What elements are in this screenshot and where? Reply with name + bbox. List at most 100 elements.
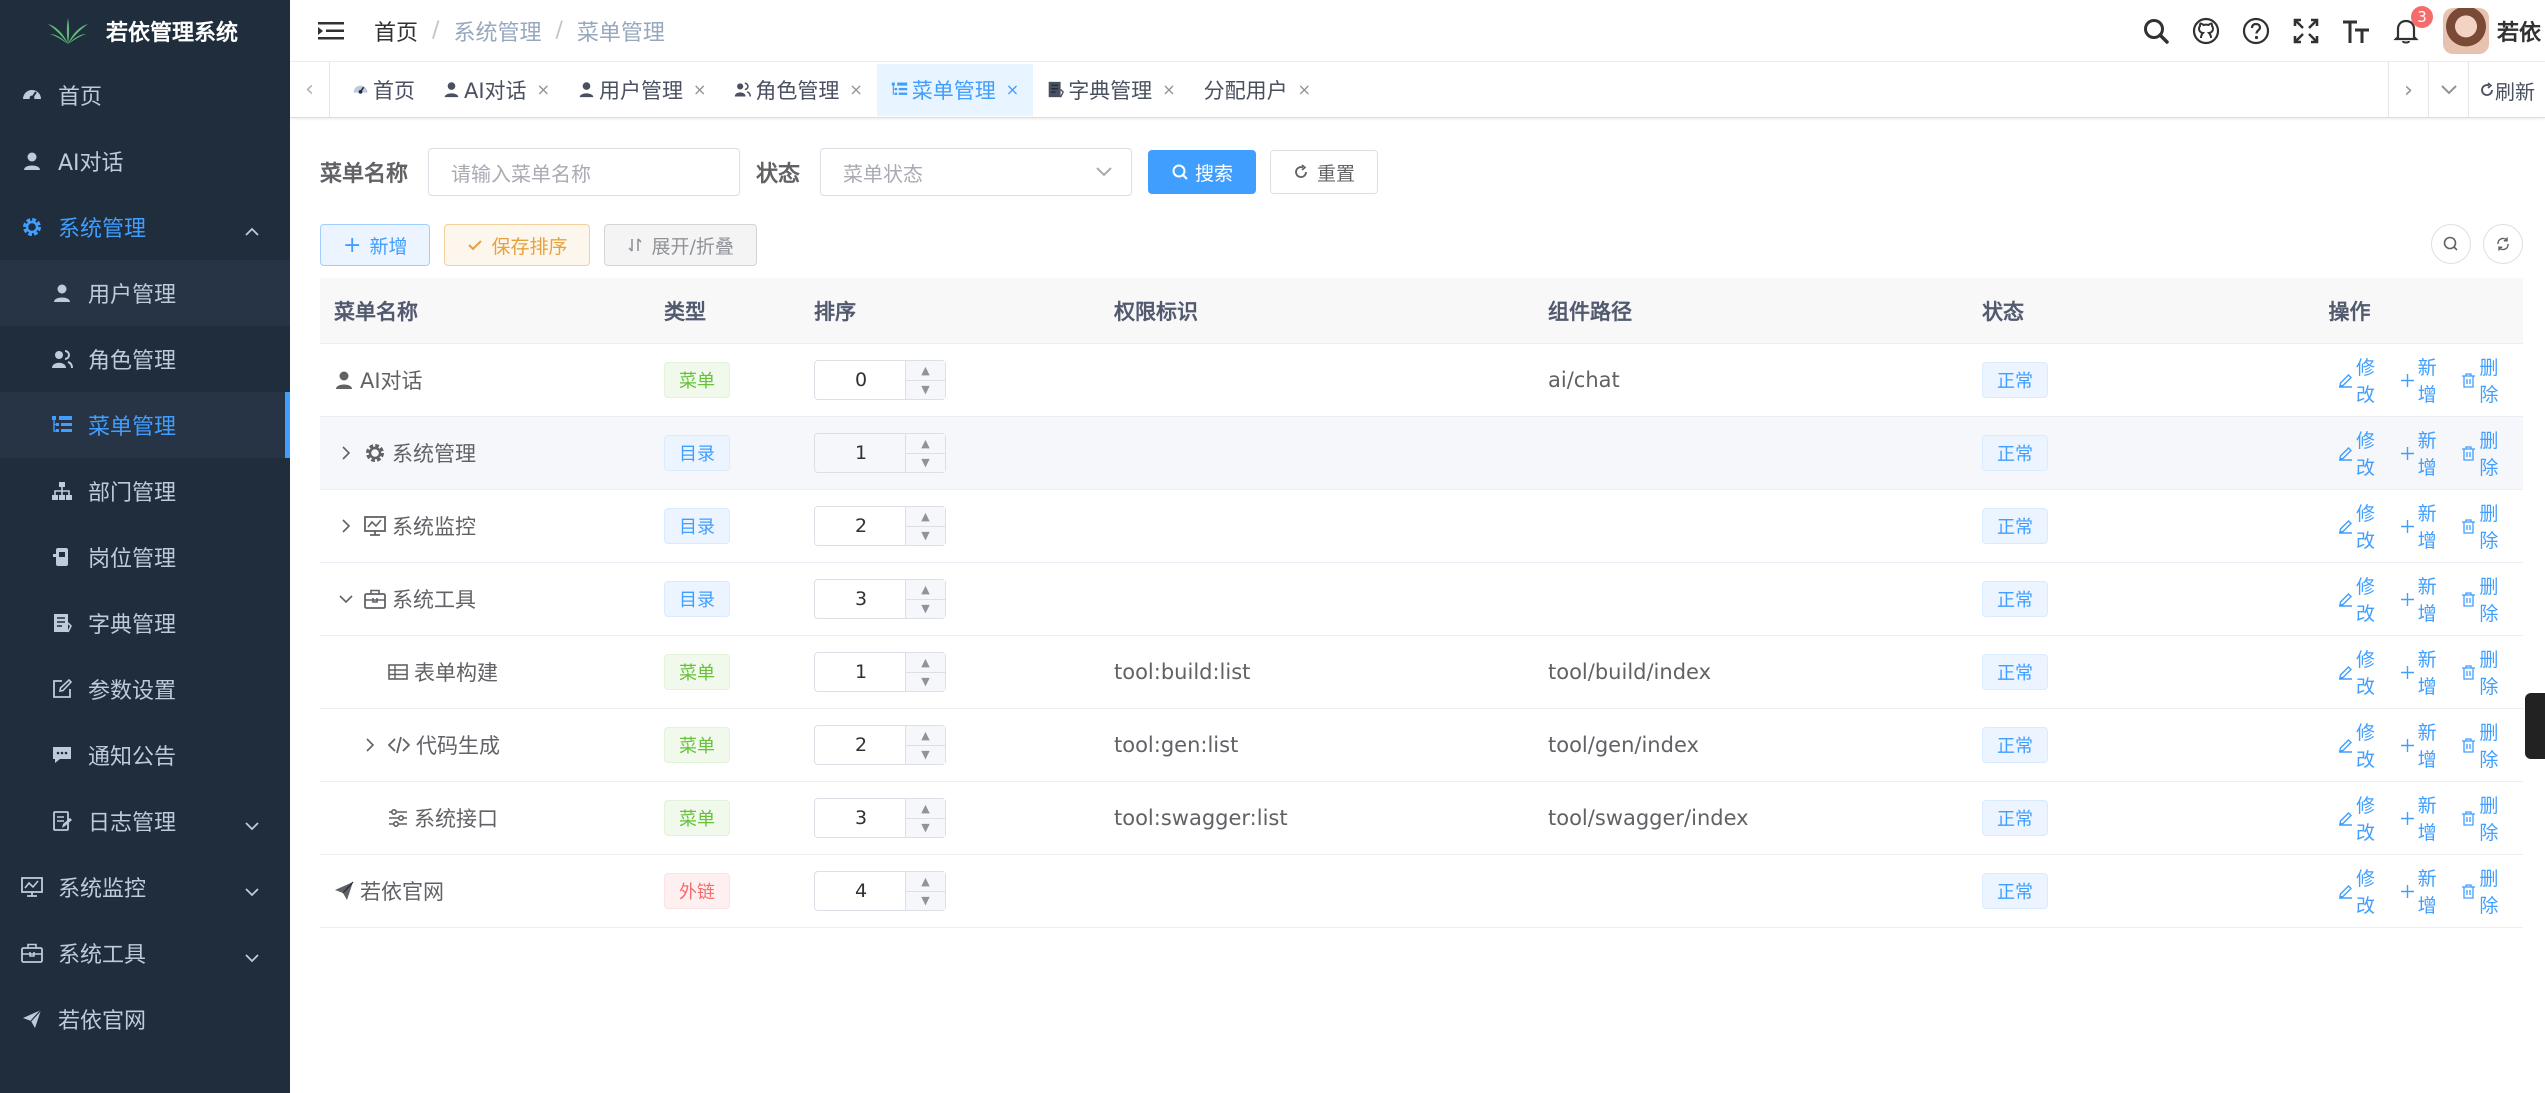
delete-button[interactable]: 删除 (2461, 572, 2507, 626)
chevron-right-icon[interactable] (334, 518, 358, 534)
edit-button[interactable]: 修改 (2338, 572, 2384, 626)
close-icon[interactable]: × (1298, 80, 1311, 99)
edit-button[interactable]: 修改 (2338, 645, 2384, 699)
sidebar-item-menu[interactable]: 菜单管理 (0, 392, 290, 458)
tab-role[interactable]: 角色管理 × (720, 64, 876, 116)
breadcrumb-item-home[interactable]: 首页 (374, 15, 418, 47)
order-value[interactable]: 0 (815, 369, 907, 391)
stepper-up-icon[interactable]: ▲ (906, 580, 945, 600)
delete-button[interactable]: 删除 (2461, 499, 2507, 553)
table-row[interactable]: 代码生成 菜单 2 ▲ ▼ tool:gen:list tool/gen/ind… (320, 709, 2523, 782)
edit-button[interactable]: 修改 (2338, 791, 2384, 845)
refresh-table-button[interactable] (2483, 224, 2523, 264)
delete-button[interactable]: 删除 (2461, 791, 2507, 845)
order-value[interactable]: 1 (815, 442, 907, 464)
chevron-right-icon[interactable] (334, 445, 358, 461)
add-child-button[interactable]: 新增 (2400, 645, 2446, 699)
order-value[interactable]: 4 (815, 880, 907, 902)
close-icon[interactable]: × (1006, 80, 1019, 99)
sidebar-item-config[interactable]: 参数设置 (0, 656, 290, 722)
side-drawer-handle[interactable] (2525, 693, 2545, 759)
search-button[interactable]: 搜索 (1148, 150, 1257, 194)
refresh-button[interactable]: 刷新 (2468, 62, 2545, 118)
menu-name-input[interactable]: 请输入菜单名称 (428, 148, 741, 196)
edit-button[interactable]: 修改 (2338, 718, 2384, 772)
status-select[interactable]: 菜单状态 (820, 148, 1133, 196)
tab-user[interactable]: 用户管理 × (564, 64, 720, 116)
sidebar-item-system[interactable]: 系统管理 (0, 194, 290, 260)
table-row[interactable]: 系统工具 目录 3 ▲ ▼ 正常 修改 新增 删除 (320, 563, 2523, 636)
sidebar-item-dict[interactable]: 字典管理 (0, 590, 290, 656)
order-stepper[interactable]: 1 ▲ ▼ (814, 652, 946, 692)
edit-button[interactable]: 修改 (2338, 353, 2384, 407)
stepper-up-icon[interactable]: ▲ (906, 361, 945, 381)
add-child-button[interactable]: 新增 (2400, 791, 2446, 845)
stepper-up-icon[interactable]: ▲ (906, 872, 945, 892)
tags-scroll-left-icon[interactable]: ‹ (290, 61, 330, 118)
tags-dropdown-icon[interactable] (2428, 62, 2468, 118)
sidebar-item-log[interactable]: 日志管理 (0, 788, 290, 854)
order-stepper[interactable]: 2 ▲ ▼ (814, 725, 946, 765)
font-size-icon[interactable] (2339, 14, 2373, 48)
sidebar-item-role[interactable]: 角色管理 (0, 326, 290, 392)
order-stepper[interactable]: 3 ▲ ▼ (814, 579, 946, 619)
delete-button[interactable]: 删除 (2461, 353, 2507, 407)
stepper-down-icon[interactable]: ▼ (906, 454, 945, 473)
tab-assign-user[interactable]: 分配用户 × (1190, 64, 1325, 116)
avatar[interactable] (2443, 8, 2489, 54)
add-child-button[interactable]: 新增 (2400, 718, 2446, 772)
add-child-button[interactable]: 新增 (2400, 426, 2446, 480)
stepper-down-icon[interactable]: ▼ (906, 673, 945, 692)
table-row[interactable]: AI对话 菜单 0 ▲ ▼ ai/chat 正常 修改 新增 删除 (320, 344, 2523, 417)
order-value[interactable]: 3 (815, 807, 907, 829)
reset-button[interactable]: 重置 (1270, 150, 1379, 194)
sidebar-item-dept[interactable]: 部门管理 (0, 458, 290, 524)
chevron-right-icon[interactable] (358, 737, 382, 753)
tab-dict[interactable]: 字典管理 × (1033, 64, 1189, 116)
add-button[interactable]: + 新增 (320, 224, 431, 266)
close-icon[interactable]: × (1162, 80, 1175, 99)
stepper-down-icon[interactable]: ▼ (906, 527, 945, 546)
delete-button[interactable]: 删除 (2461, 864, 2507, 918)
tags-scroll-right-icon[interactable]: › (2388, 62, 2428, 118)
bell-icon[interactable]: 3 (2389, 6, 2433, 48)
sidebar-item-post[interactable]: 岗位管理 (0, 524, 290, 590)
toggle-search-button[interactable] (2431, 224, 2471, 264)
add-child-button[interactable]: 新增 (2400, 353, 2446, 407)
order-stepper[interactable]: 3 ▲ ▼ (814, 798, 946, 838)
user-name[interactable]: 若依 (2497, 15, 2545, 47)
hamburger-icon[interactable] (316, 20, 346, 42)
close-icon[interactable]: × (693, 80, 706, 99)
question-icon[interactable] (2239, 14, 2273, 48)
order-stepper[interactable]: 1 ▲ ▼ (814, 433, 946, 473)
edit-button[interactable]: 修改 (2338, 864, 2384, 918)
logo[interactable]: 若依管理系统 (0, 0, 290, 62)
order-value[interactable]: 2 (815, 734, 907, 756)
table-row[interactable]: 表单构建 菜单 1 ▲ ▼ tool:build:list tool/build… (320, 636, 2523, 709)
tab-ai-chat[interactable]: AI对话 × (429, 64, 564, 116)
stepper-down-icon[interactable]: ▼ (906, 381, 945, 400)
stepper-up-icon[interactable]: ▲ (906, 434, 945, 454)
sidebar-item-notice[interactable]: 通知公告 (0, 722, 290, 788)
sidebar-item-ruoyi-site[interactable]: 若依官网 (0, 986, 290, 1052)
edit-button[interactable]: 修改 (2338, 426, 2384, 480)
close-icon[interactable]: × (849, 80, 862, 99)
delete-button[interactable]: 删除 (2461, 645, 2507, 699)
sidebar-item-tool[interactable]: 系统工具 (0, 920, 290, 986)
order-value[interactable]: 1 (815, 661, 907, 683)
stepper-up-icon[interactable]: ▲ (906, 653, 945, 673)
stepper-down-icon[interactable]: ▼ (906, 819, 945, 838)
sidebar-item-user[interactable]: 用户管理 (0, 260, 290, 326)
delete-button[interactable]: 删除 (2461, 426, 2507, 480)
add-child-button[interactable]: 新增 (2400, 864, 2446, 918)
order-value[interactable]: 2 (815, 515, 907, 537)
table-row[interactable]: 系统监控 目录 2 ▲ ▼ 正常 修改 新增 删除 (320, 490, 2523, 563)
order-value[interactable]: 3 (815, 588, 907, 610)
close-icon[interactable]: × (537, 80, 550, 99)
fullscreen-icon[interactable] (2289, 14, 2323, 48)
search-icon[interactable] (2139, 14, 2173, 48)
order-stepper[interactable]: 0 ▲ ▼ (814, 360, 946, 400)
stepper-down-icon[interactable]: ▼ (906, 892, 945, 911)
stepper-up-icon[interactable]: ▲ (906, 799, 945, 819)
expand-collapse-button[interactable]: 展开/折叠 (604, 224, 757, 266)
